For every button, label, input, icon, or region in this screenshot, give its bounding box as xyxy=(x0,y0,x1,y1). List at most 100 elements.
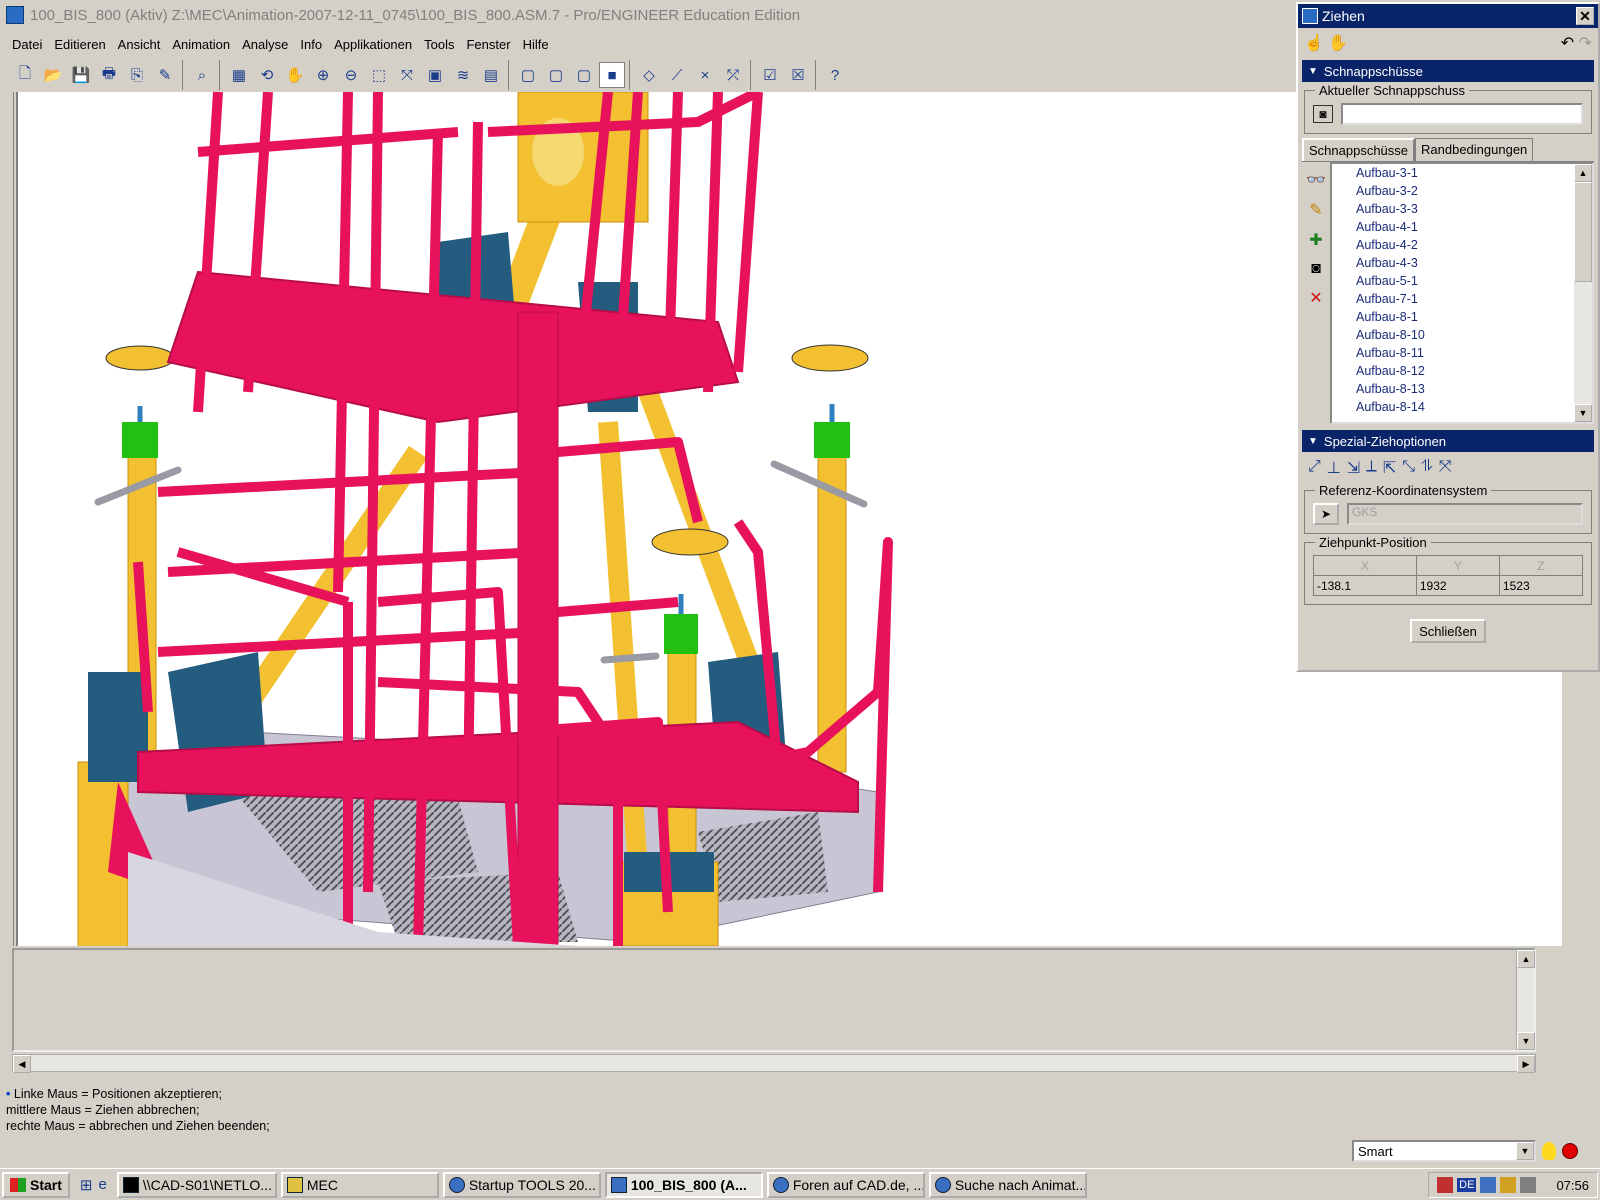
window-activate-icon[interactable]: ☑ xyxy=(757,62,783,88)
scroll-left-button[interactable]: ◀ xyxy=(13,1055,31,1073)
menu-analyse[interactable]: Analyse xyxy=(236,37,294,52)
task-cad-forum[interactable]: Foren auf CAD.de, ... xyxy=(766,1171,925,1198)
scroll-up-button[interactable]: ▲ xyxy=(1517,950,1535,968)
drag-option-icon[interactable]: ⤧ xyxy=(1439,458,1452,478)
redo-icon[interactable]: ↷ xyxy=(1579,35,1592,52)
shading-icon[interactable]: ■ xyxy=(599,62,625,88)
list-item[interactable]: Aufbau-4-1 xyxy=(1356,220,1592,238)
ref-csys-field[interactable]: GKS xyxy=(1347,503,1583,525)
zoom-in-icon[interactable]: ⊕ xyxy=(310,62,336,88)
dialog-title-bar[interactable]: Ziehen ✕ xyxy=(1298,4,1598,28)
list-item[interactable]: Aufbau-7-1 xyxy=(1356,292,1592,310)
copy-icon[interactable]: ⎘ xyxy=(124,62,150,88)
context-help-icon[interactable]: ? xyxy=(822,62,848,88)
no-hidden-icon[interactable]: ▢ xyxy=(571,62,597,88)
task-cmd[interactable]: \\CAD-S01\NETLO... xyxy=(116,1171,277,1198)
message-area[interactable]: ▲ ▼ xyxy=(12,948,1536,1052)
menu-datei[interactable]: Datei xyxy=(6,37,48,52)
message-vscroll[interactable]: ▲ ▼ xyxy=(1516,950,1535,1050)
camera-capture-icon[interactable]: ◙ xyxy=(1311,260,1321,278)
tray-antivirus-icon[interactable] xyxy=(1437,1177,1454,1193)
list-item[interactable]: Aufbau-3-3 xyxy=(1356,202,1592,220)
wireframe-icon[interactable]: ▢ xyxy=(515,62,541,88)
add-snapshot-icon[interactable]: ✚ xyxy=(1309,230,1322,250)
drag-option-icon[interactable]: ⤢ xyxy=(1308,458,1321,478)
task-proe[interactable]: 100_BIS_800 (A... xyxy=(604,1171,763,1198)
undo-icon[interactable]: ↶ xyxy=(1561,35,1574,52)
reorient-icon[interactable]: ⤧ xyxy=(394,62,420,88)
menu-editieren[interactable]: Editieren xyxy=(48,37,111,52)
tray-utility-icon[interactable] xyxy=(1520,1177,1537,1193)
language-indicator[interactable]: DE xyxy=(1457,1178,1477,1192)
glasses-view-icon[interactable]: 👓 xyxy=(1306,170,1326,190)
refit-icon[interactable]: ⬚ xyxy=(366,62,392,88)
datum-point-icon[interactable]: × xyxy=(692,62,718,88)
snapshots-section-header[interactable]: ▼ Schnappschüsse xyxy=(1302,60,1594,82)
tray-shield-icon[interactable] xyxy=(1500,1177,1517,1193)
menu-info[interactable]: Info xyxy=(294,37,328,52)
tab-schnappschuesse[interactable]: Schnappschüsse xyxy=(1302,138,1416,161)
drag-option-icon[interactable]: ⇱ xyxy=(1383,458,1396,478)
special-options-section-header[interactable]: ▼ Spezial-Ziehoptionen xyxy=(1302,430,1594,452)
list-item[interactable]: Aufbau-8-12 xyxy=(1356,364,1592,382)
lightbulb-icon[interactable] xyxy=(1542,1142,1556,1160)
menu-applikationen[interactable]: Applikationen xyxy=(328,37,418,52)
datum-plane-icon[interactable]: ◇ xyxy=(636,62,662,88)
pan-hand-icon[interactable]: ✋ xyxy=(282,62,308,88)
list-scroll-up[interactable]: ▲ xyxy=(1574,164,1592,182)
menu-tools[interactable]: Tools xyxy=(418,37,460,52)
scroll-down-button[interactable]: ▼ xyxy=(1517,1032,1535,1050)
print-icon[interactable]: 🖶 xyxy=(96,62,122,88)
coordinate-system-icon[interactable]: ⤱ xyxy=(720,62,746,88)
selection-filter-select[interactable]: Smart ▼ xyxy=(1352,1140,1536,1162)
list-scroll-down[interactable]: ▼ xyxy=(1574,404,1592,422)
task-startup-tools[interactable]: Startup TOOLS 20... xyxy=(442,1171,601,1198)
list-item[interactable]: Aufbau-8-14 xyxy=(1356,400,1592,418)
list-item[interactable]: Aufbau-8-1 xyxy=(1356,310,1592,328)
edit-icon[interactable]: ✎ xyxy=(152,62,178,88)
model-tree-icon[interactable]: ▤ xyxy=(478,62,504,88)
repaint-icon[interactable]: ▦ xyxy=(226,62,252,88)
dialog-close-icon[interactable]: ✕ xyxy=(1576,7,1594,25)
record-stop-icon[interactable] xyxy=(1562,1143,1578,1159)
message-hscroll[interactable]: ◀ ▶ xyxy=(12,1054,1536,1073)
drag-option-icon[interactable]: ⇲ xyxy=(1347,458,1360,478)
list-item[interactable]: Aufbau-5-1 xyxy=(1356,274,1592,292)
tray-network-icon[interactable] xyxy=(1480,1177,1497,1193)
hidden-line-icon[interactable]: ▢ xyxy=(543,62,569,88)
list-scroll-thumb[interactable] xyxy=(1574,182,1592,282)
list-item[interactable]: Aufbau-8-13 xyxy=(1356,382,1592,400)
start-button[interactable]: Start xyxy=(2,1171,70,1198)
drag-option-icon[interactable]: ⊥ xyxy=(1327,458,1341,478)
internet-explorer-icon[interactable]: e xyxy=(98,1176,106,1194)
layers-icon[interactable]: ≋ xyxy=(450,62,476,88)
show-desktop-icon[interactable]: ⊞ xyxy=(80,1176,93,1194)
menu-animation[interactable]: Animation xyxy=(166,37,236,52)
current-snapshot-field[interactable] xyxy=(1341,103,1583,125)
camera-snapshot-icon[interactable]: ◙ xyxy=(1313,105,1333,123)
menu-fenster[interactable]: Fenster xyxy=(460,37,516,52)
list-item[interactable]: Aufbau-8-10 xyxy=(1356,328,1592,346)
list-item[interactable]: Aufbau-8-11 xyxy=(1356,346,1592,364)
new-file-icon[interactable]: 🗋 xyxy=(12,62,38,88)
list-item[interactable]: Aufbau-4-3 xyxy=(1356,256,1592,274)
list-item[interactable]: Aufbau-3-1 xyxy=(1356,166,1592,184)
drag-option-icon[interactable]: ⟂ xyxy=(1366,458,1377,478)
binoculars-find-icon[interactable]: ⌕ xyxy=(189,62,215,88)
snapshot-listbox[interactable]: Aufbau-3-1 Aufbau-3-2 Aufbau-3-3 Aufbau-… xyxy=(1330,162,1594,424)
tab-randbedingungen[interactable]: Randbedingungen xyxy=(1415,138,1534,161)
task-search[interactable]: Suche nach Animat... xyxy=(928,1171,1087,1198)
list-item[interactable]: Aufbau-3-2 xyxy=(1356,184,1592,202)
drag-option-icon[interactable]: ⤡ xyxy=(1402,458,1415,478)
pencil-edit-icon[interactable]: ✎ xyxy=(1309,200,1322,220)
close-dialog-button[interactable]: Schließen xyxy=(1410,619,1486,643)
open-folder-icon[interactable]: 📂 xyxy=(40,62,66,88)
select-arrow-icon[interactable]: ➤ xyxy=(1313,503,1339,525)
menu-hilfe[interactable]: Hilfe xyxy=(517,37,555,52)
spin-center-icon[interactable]: ⟲ xyxy=(254,62,280,88)
scroll-right-button[interactable]: ▶ xyxy=(1517,1055,1535,1073)
chevron-down-icon[interactable]: ▼ xyxy=(1516,1142,1534,1160)
delete-icon[interactable]: ✕ xyxy=(1309,288,1322,308)
drag-body-icon[interactable]: ✋ xyxy=(1328,35,1348,52)
drag-point-icon[interactable]: ☝ xyxy=(1304,35,1324,52)
